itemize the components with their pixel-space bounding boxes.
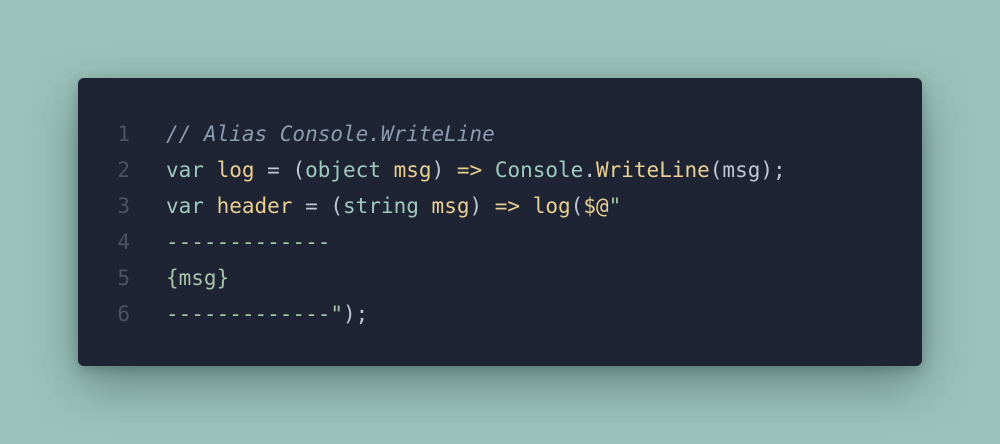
gutter-gap xyxy=(130,152,166,188)
code-token-punct xyxy=(520,194,533,218)
code-token-ident: log xyxy=(216,158,255,182)
gutter-gap xyxy=(130,296,166,332)
code-token-punct: ) xyxy=(469,194,495,218)
gutter-gap xyxy=(130,116,166,152)
code-token-method: log xyxy=(532,194,571,218)
line-number: 6 xyxy=(117,302,130,326)
code-token-punct xyxy=(419,194,432,218)
code-token-method: WriteLine xyxy=(595,158,710,182)
code-text: ------------- xyxy=(166,224,330,260)
code-token-punct: ) xyxy=(431,158,457,182)
code-text: {msg} xyxy=(166,260,229,296)
line-number: 4 xyxy=(117,230,130,254)
code-token-punct: ( xyxy=(570,194,584,218)
code-token-ident: msg xyxy=(431,194,470,218)
code-token-type: object xyxy=(305,158,381,182)
gutter-gap xyxy=(130,188,166,224)
code-token-punct: ); xyxy=(343,302,369,326)
code-token-ident: $@ xyxy=(583,194,609,218)
gutter-gap xyxy=(130,224,166,260)
code-line: 1 // Alias Console.WriteLine xyxy=(78,116,922,152)
code-line: 4 ------------- xyxy=(78,224,922,260)
code-token-punct: (msg); xyxy=(709,158,786,182)
code-text: -------------"); xyxy=(166,296,368,332)
code-token-type: string xyxy=(343,194,419,218)
code-token-keyword: var xyxy=(166,158,204,182)
code-token-type: Console xyxy=(494,158,584,182)
line-number: 3 xyxy=(117,194,130,218)
code-token-punct: = ( xyxy=(254,158,306,182)
code-token-punct: . xyxy=(583,158,596,182)
code-line: 2 var log = (object msg) => Console.Write… xyxy=(78,152,922,188)
line-number: 5 xyxy=(117,266,130,290)
code-text: var header = (string msg) => log($@" xyxy=(166,188,621,224)
code-snippet-window: 1// Alias Console.WriteLine 2 var log = (o… xyxy=(78,78,922,366)
code-token-string: ------------- xyxy=(166,230,331,254)
code-token-ident: => xyxy=(456,158,483,182)
code-token-punct xyxy=(204,158,217,182)
code-token-string: " xyxy=(608,194,622,218)
code-token-ident: header xyxy=(216,194,293,218)
code-token-punct: = ( xyxy=(292,194,344,218)
code-line: 5 {msg} xyxy=(78,260,922,296)
code-line: 3 var header = (string msg) => log($@" xyxy=(78,188,922,224)
code-token-ident: msg xyxy=(393,158,432,182)
code-token-ident: => xyxy=(494,194,521,218)
code-line: 6 -------------"); xyxy=(78,296,922,332)
code-token-punct xyxy=(204,194,217,218)
code-text: // Alias Console.WriteLine xyxy=(166,116,495,152)
code-text: var log = (object msg) => Console.WriteL… xyxy=(166,152,786,188)
code-token-punct xyxy=(381,158,394,182)
code-token-string: -------------" xyxy=(166,302,344,326)
line-number: 2 xyxy=(117,158,130,182)
gutter-gap xyxy=(130,260,166,296)
code-token-keyword: var xyxy=(166,194,204,218)
code-token-string: {msg} xyxy=(166,266,230,290)
line-number: 1 xyxy=(117,122,130,146)
code-token-comment: // Alias Console.WriteLine xyxy=(166,122,495,146)
code-token-punct xyxy=(482,158,495,182)
